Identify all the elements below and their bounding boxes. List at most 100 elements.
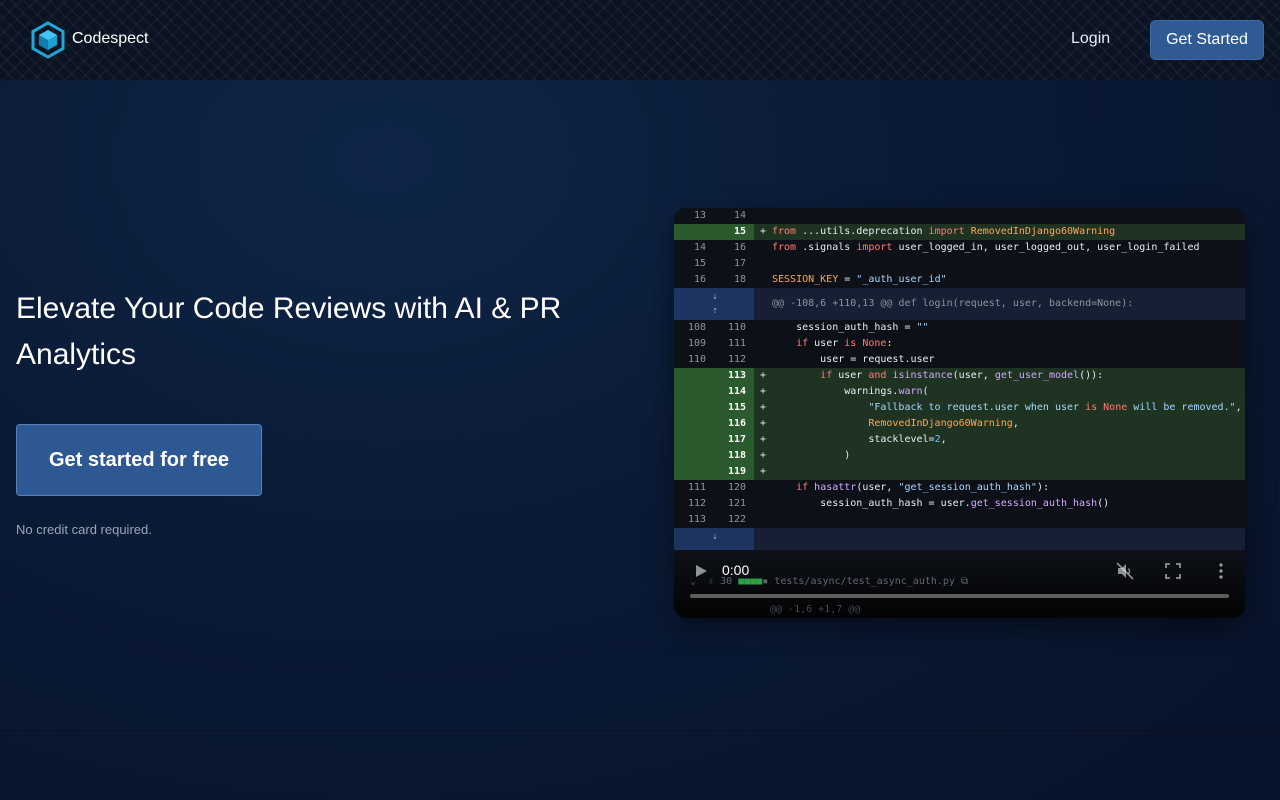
diff-code: if hasattr(user, "get_session_auth_hash"…	[796, 482, 1050, 493]
new-line-number: 113	[727, 370, 746, 381]
brand-name[interactable]: Codespect	[72, 30, 149, 48]
no-credit-card-note: No credit card required.	[16, 522, 152, 537]
diff-code: from ...utils.deprecation import Removed…	[772, 226, 1116, 237]
play-icon[interactable]	[694, 564, 708, 578]
fullscreen-icon[interactable]	[1165, 563, 1181, 579]
new-line-number: 17	[733, 258, 746, 269]
diff-line: 114 + warnings.warn(	[674, 384, 1245, 400]
diff-line: 13 14	[674, 208, 1245, 224]
diff-line: 113 122	[674, 512, 1245, 528]
old-line-number: 109	[687, 338, 706, 349]
diff-expander[interactable]: ⇣	[674, 528, 1245, 550]
diff-code: if user and isinstance(user, get_user_mo…	[820, 370, 1104, 381]
diff-gutter: 15	[674, 224, 754, 240]
diff-code: stacklevel=2,	[772, 434, 947, 445]
diff-sign: +	[760, 402, 767, 413]
diff-gutter: 119	[674, 464, 754, 480]
hero-title: Elevate Your Code Reviews with AI & PR A…	[16, 292, 562, 371]
diff-gutter: 113	[674, 368, 754, 384]
diff-line: 16 18 SESSION_KEY = "_auth_user_id"	[674, 272, 1245, 288]
new-line-number: 118	[727, 450, 746, 461]
codespect-logo-icon[interactable]	[30, 21, 66, 59]
diff-gutter: 15 17	[674, 256, 754, 272]
old-line-number: 14	[693, 242, 706, 253]
diff-sign: +	[760, 386, 767, 397]
diff-code: RemovedInDjango60Warning,	[868, 418, 1019, 429]
diff-sign: +	[760, 450, 767, 461]
login-link[interactable]: Login	[1071, 30, 1110, 48]
ghost-hunk-header: @@ -1,6 +1,7 @@	[770, 604, 861, 615]
demo-video[interactable]: 13 14 15 + from ...utils.deprecation import …	[674, 208, 1245, 618]
diff-code: if user is None:	[796, 338, 893, 349]
old-line-number: 15	[693, 258, 706, 269]
diff-line: 119 +	[674, 464, 1245, 480]
site-header: Codespect Login Get Started	[0, 0, 1280, 80]
diff-gutter: 14 16	[674, 240, 754, 256]
diff-code: @@ -108,6 +110,13 @@ def login(request, …	[772, 298, 1134, 309]
diff-line: 14 16 from .signals import user_logged_in,…	[674, 240, 1245, 256]
old-line-number: 111	[687, 482, 706, 493]
diff-gutter: 13 14	[674, 208, 754, 224]
new-line-number: 112	[727, 354, 746, 365]
diff-line: 15 17	[674, 256, 1245, 272]
old-line-number: 13	[693, 210, 706, 221]
diff-line: 117 + stacklevel=2,	[674, 432, 1245, 448]
get-started-free-button[interactable]: Get started for free	[16, 424, 262, 496]
diff-line: 113 + if user and isinstance(user, get_us…	[674, 368, 1245, 384]
diff-gutter: 109 111	[674, 336, 754, 352]
diff-code: session_auth_hash = user.get_session_aut…	[772, 498, 1110, 509]
diff-gutter: 110 112	[674, 352, 754, 368]
diff-line: 15 + from ...utils.deprecation import Remo…	[674, 224, 1245, 240]
diff-sign: +	[760, 370, 767, 381]
new-line-number: 115	[727, 402, 746, 413]
diff-line: 118 + )	[674, 448, 1245, 464]
diff-line: 109 111 if user is None:	[674, 336, 1245, 352]
old-line-number: 112	[687, 498, 706, 509]
new-line-number: 14	[733, 210, 746, 221]
diff-gutter: 116	[674, 416, 754, 432]
diff-code: user = request.user	[772, 354, 935, 365]
diff-gutter: 112 121	[674, 496, 754, 512]
diff-gutter: 118	[674, 448, 754, 464]
diff-gutter: 111 120	[674, 480, 754, 496]
diff-code: session_auth_hash = ""	[772, 322, 929, 333]
new-line-number: 110	[727, 322, 746, 333]
old-line-number: 16	[693, 274, 706, 285]
mute-icon[interactable]	[1116, 562, 1134, 580]
expand-down-icon[interactable]: ⇣	[710, 530, 720, 544]
diff-gutter: 113 122	[674, 512, 754, 528]
new-line-number: 111	[727, 338, 746, 349]
more-options-icon[interactable]	[1212, 562, 1230, 580]
diff-line: 116 + RemovedInDjango60Warning,	[674, 416, 1245, 432]
video-time: 0:00	[722, 562, 750, 578]
get-started-button[interactable]: Get Started	[1150, 20, 1264, 60]
video-progress-bar[interactable]	[690, 594, 1229, 598]
diff-sign: +	[760, 434, 767, 445]
expand-arrows-icon[interactable]: ⇣ ⇡	[710, 290, 720, 318]
old-line-number: 110	[687, 354, 706, 365]
diff-line: 110 112 user = request.user	[674, 352, 1245, 368]
diff-gutter: 114	[674, 384, 754, 400]
old-line-number: 108	[687, 322, 706, 333]
diff-line: 112 121 session_auth_hash = user.get_sess…	[674, 496, 1245, 512]
diff-line: 108 110 session_auth_hash = ""	[674, 320, 1245, 336]
new-line-number: 117	[727, 434, 746, 445]
new-line-number: 122	[727, 514, 746, 525]
diff-gutter: 108 110	[674, 320, 754, 336]
diff-sign: +	[760, 226, 767, 237]
diff-gutter: 16 18	[674, 272, 754, 288]
diff-code: warnings.warn(	[772, 386, 929, 397]
new-line-number: 120	[727, 482, 746, 493]
old-line-number: 113	[687, 514, 706, 525]
section-divider	[0, 730, 1280, 731]
new-line-number: 18	[733, 274, 746, 285]
new-line-number: 15	[733, 226, 746, 237]
diff-gutter[interactable]: ⇣	[674, 528, 754, 550]
diff-sign: +	[760, 466, 767, 477]
new-line-number: 114	[727, 386, 746, 397]
new-line-number: 121	[727, 498, 746, 509]
diff-code: )	[772, 450, 851, 461]
ghost-file-name: tests/async/test_async_auth.py	[774, 576, 955, 587]
diff-gutter[interactable]: ⇣ ⇡	[674, 288, 754, 320]
diff-code: from .signals import user_logged_in, use…	[772, 242, 1200, 253]
